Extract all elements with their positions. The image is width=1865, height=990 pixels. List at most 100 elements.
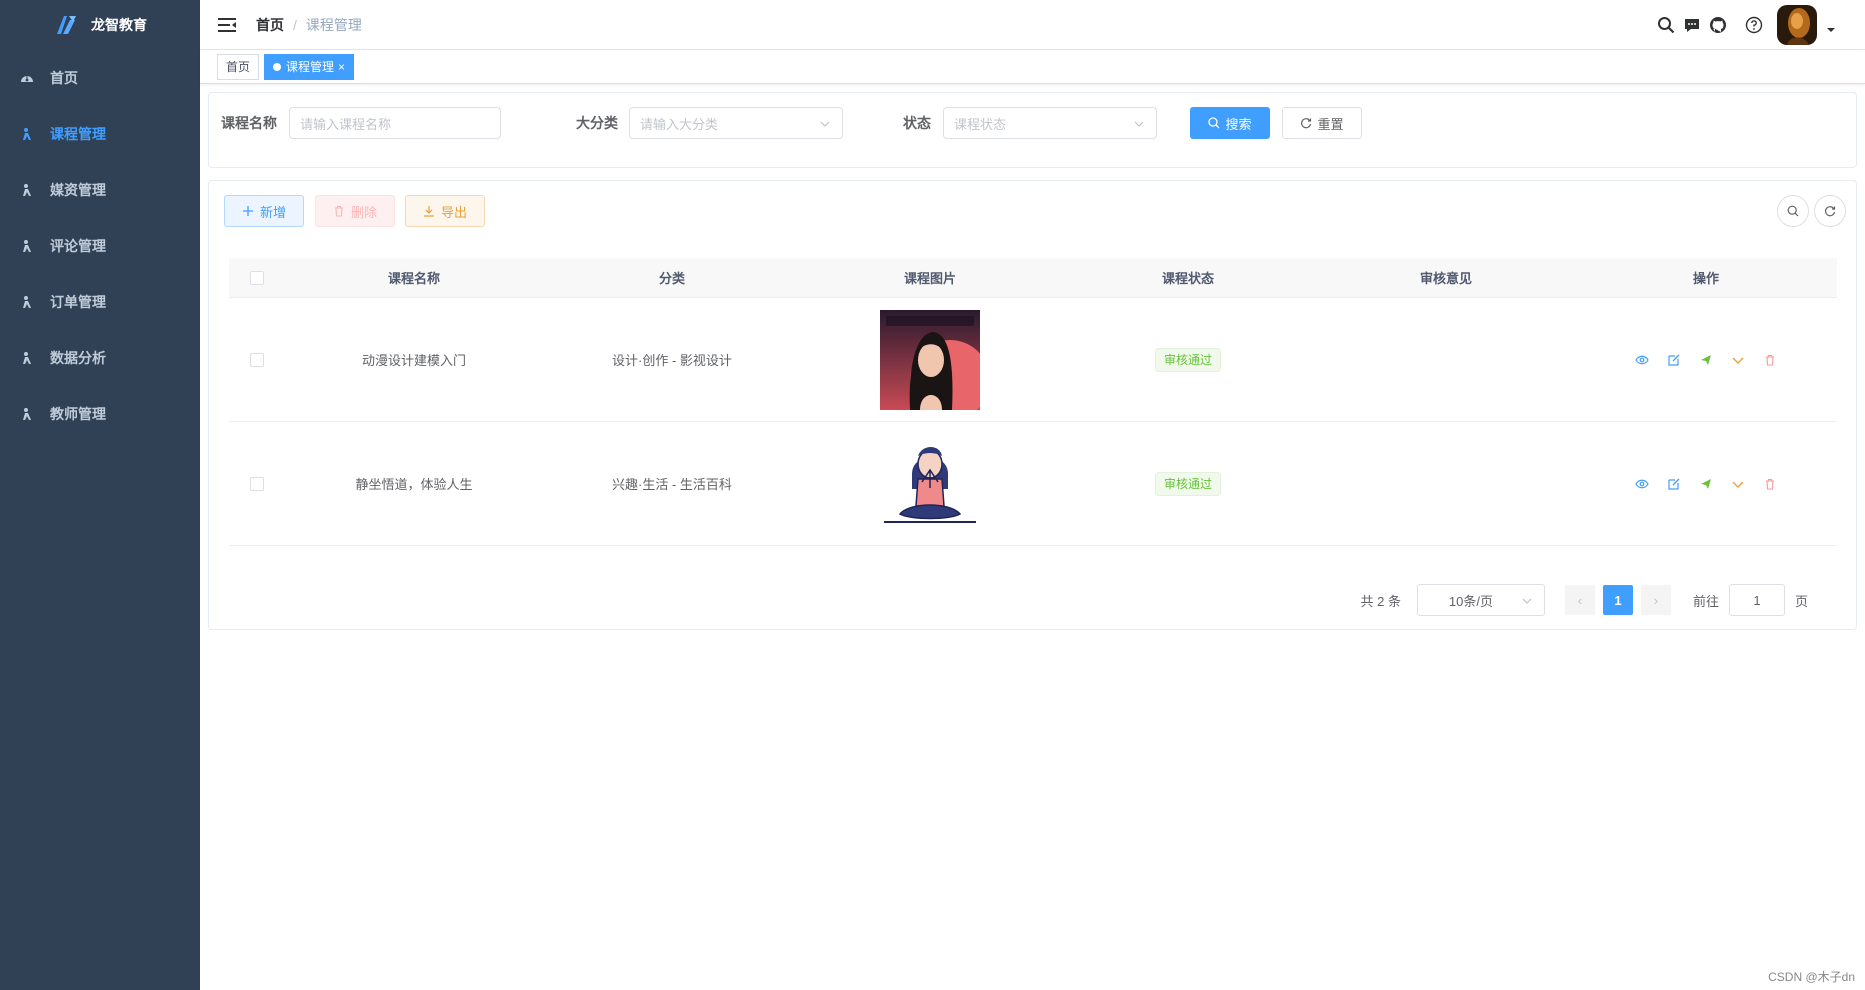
breadcrumb-separator: / [293, 16, 297, 33]
hamburger-icon[interactable] [216, 14, 238, 36]
sidebar-item-label: 教师管理 [50, 406, 106, 422]
total-count: 共 2 条 [1360, 593, 1401, 609]
search-icon[interactable] [1657, 16, 1675, 34]
course-table: 课程名称 分类 课程图片 课程状态 审核意见 操作 动漫设计建模入门 设计·创作… [229, 258, 1837, 546]
sidebar-item-course[interactable]: 课程管理 [0, 106, 200, 162]
toggle-search-button[interactable] [1777, 195, 1809, 227]
next-page-button[interactable]: › [1640, 585, 1671, 615]
navbar-right [1657, 0, 1865, 50]
anime-3d-character-image[interactable] [880, 309, 980, 410]
chevron-down-icon [1134, 121, 1144, 127]
dashboard-icon [20, 71, 34, 85]
page-size-select[interactable]: 10条/页 [1416, 584, 1545, 616]
search-icon [1208, 117, 1220, 129]
status-label: 状态 [903, 115, 931, 131]
active-dot-icon [273, 63, 281, 71]
course-name-cell: 静坐悟道，体验人生 [355, 477, 473, 492]
category-cell: 设计·创作 - 影视设计 [612, 353, 732, 368]
course-name-cell: 动漫设计建模入门 [361, 353, 466, 368]
app-root: 龙智教育 首页 课程管理 媒资管理 评论管理 订单管理 数据分析 教师管理 首页… [0, 0, 1865, 990]
edit-icon[interactable] [1667, 476, 1682, 491]
plus-icon [242, 206, 253, 216]
avatar[interactable] [1777, 5, 1817, 45]
trash-icon[interactable] [1763, 352, 1778, 367]
goto-label: 前往 [1692, 593, 1719, 609]
course-name-input[interactable]: 请输入课程名称 [289, 107, 501, 139]
download-icon [423, 206, 434, 217]
chevron-down-icon[interactable] [1731, 476, 1746, 491]
send-icon[interactable] [1699, 352, 1714, 367]
goto-page-input[interactable]: 1 [1728, 584, 1785, 616]
meditation-figure-image[interactable] [880, 433, 980, 534]
select-all-cell [229, 258, 285, 298]
sidebar-item-label: 订单管理 [50, 294, 106, 310]
trash-icon [334, 205, 343, 217]
person-icon [20, 127, 34, 141]
sidebar-item-order[interactable]: 订单管理 [0, 274, 200, 330]
edit-icon[interactable] [1667, 352, 1682, 367]
refresh-button[interactable] [1814, 195, 1846, 227]
row-checkbox[interactable] [250, 476, 264, 491]
sidebar-item-home[interactable]: 首页 [0, 50, 200, 106]
sidebar-item-comment[interactable]: 评论管理 [0, 218, 200, 274]
chevron-down-icon [1522, 598, 1532, 604]
table-header: 课程名称 分类 课程图片 课程状态 审核意见 操作 [229, 258, 1837, 298]
chevron-down-icon[interactable] [1827, 21, 1835, 32]
category-select[interactable]: 请输入大分类 [629, 107, 843, 139]
sidebar-item-analytics[interactable]: 数据分析 [0, 330, 200, 386]
select-all-checkbox[interactable] [250, 270, 264, 285]
breadcrumb-home[interactable]: 首页 [256, 15, 284, 35]
tag-course-management[interactable]: 课程管理 × [264, 54, 355, 80]
chevron-down-icon [820, 121, 830, 127]
github-icon[interactable] [1709, 16, 1727, 34]
logo[interactable]: 龙智教育 [0, 0, 200, 50]
review-cell [1317, 422, 1575, 546]
table-row: 动漫设计建模入门 设计·创作 - 影视设计 审核通过 [229, 298, 1837, 422]
search-button[interactable]: 搜索 [1190, 107, 1270, 139]
eye-icon[interactable] [1635, 476, 1650, 491]
refresh-icon [1824, 206, 1836, 217]
search-icon [1787, 205, 1799, 217]
sidebar-item-label: 课程管理 [50, 126, 106, 142]
sidebar-item-teacher[interactable]: 教师管理 [0, 386, 200, 442]
status-select[interactable]: 课程状态 [943, 107, 1157, 139]
row-checkbox[interactable] [250, 352, 264, 367]
prev-page-button[interactable]: ‹ [1564, 585, 1595, 615]
column-header: 操作 [1692, 271, 1719, 286]
sidebar-menu: 首页 课程管理 媒资管理 评论管理 订单管理 数据分析 教师管理 [0, 50, 200, 442]
trash-icon[interactable] [1763, 476, 1778, 491]
reset-button-label: 重置 [1317, 116, 1344, 132]
search-form: 课程名称 请输入课程名称 大分类 请输入大分类 状态 课程状态 搜索 重置 [208, 92, 1857, 168]
course-table-card: 新增 删除 导出 课程名称 分类 课程图片 课程状态 审核意见 操作 动漫设计建… [208, 180, 1857, 630]
reset-button[interactable]: 重置 [1282, 107, 1362, 139]
logo-text: 龙智教育 [91, 17, 147, 33]
sidebar-item-media[interactable]: 媒资管理 [0, 162, 200, 218]
search-button-label: 搜索 [1225, 116, 1252, 132]
watermark: CSDN @木子dn [1768, 970, 1855, 984]
close-icon[interactable]: × [338, 55, 345, 79]
delete-button-label: 删除 [350, 204, 377, 220]
help-icon[interactable] [1745, 16, 1763, 34]
course-name-label: 课程名称 [221, 115, 277, 131]
chevron-down-icon[interactable] [1731, 352, 1746, 367]
sidebar-item-label: 媒资管理 [50, 182, 106, 198]
page-suffix: 页 [1794, 593, 1808, 609]
export-button-label: 导出 [440, 204, 467, 220]
add-button[interactable]: 新增 [224, 195, 304, 227]
category-placeholder: 请输入大分类 [640, 116, 719, 132]
status-badge: 审核通过 [1154, 471, 1221, 496]
export-button[interactable]: 导出 [405, 195, 485, 227]
delete-button[interactable]: 删除 [315, 195, 395, 227]
person-icon [20, 239, 34, 253]
page-number-button[interactable]: 1 [1602, 585, 1633, 615]
eye-icon[interactable] [1635, 352, 1650, 367]
column-header: 分类 [658, 271, 685, 286]
person-icon [20, 183, 34, 197]
tag-label: 课程管理 [286, 60, 335, 74]
status-badge: 审核通过 [1154, 347, 1221, 372]
navbar: 首页 / 课程管理 [200, 0, 1865, 50]
row-actions [1635, 476, 1778, 491]
tag-home[interactable]: 首页 [217, 54, 260, 80]
send-icon[interactable] [1699, 476, 1714, 491]
message-icon[interactable] [1683, 16, 1701, 34]
